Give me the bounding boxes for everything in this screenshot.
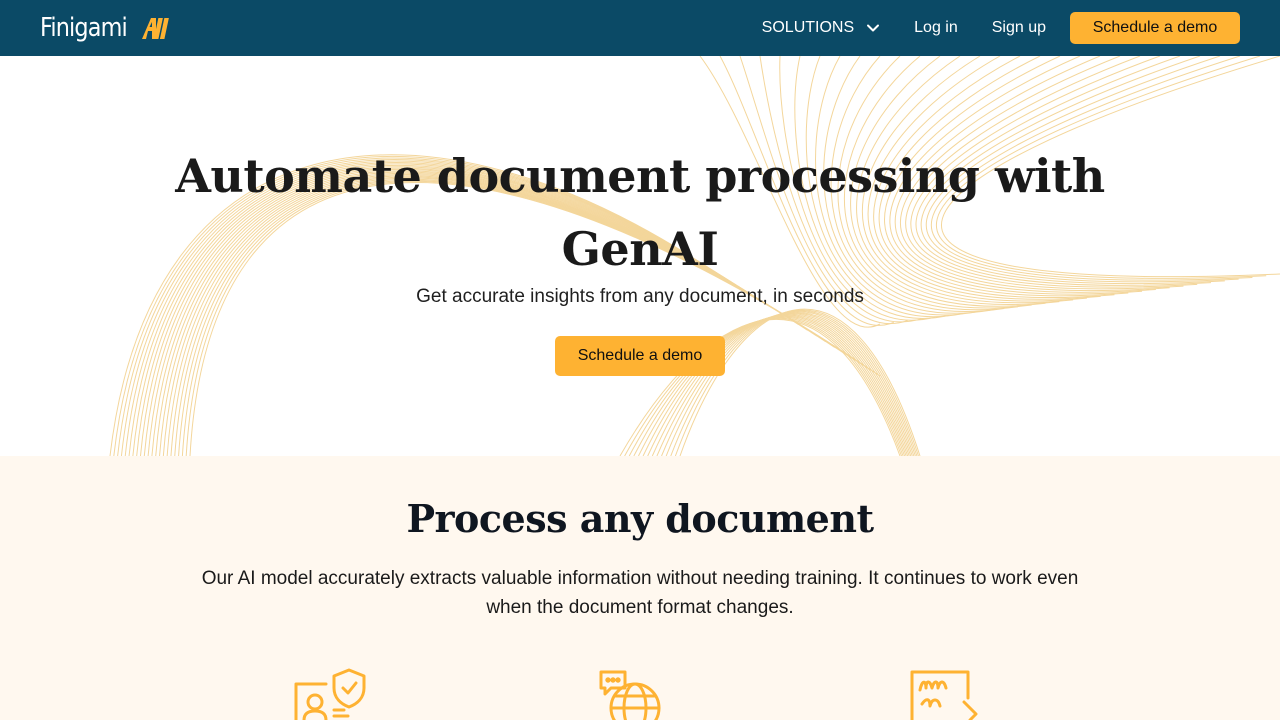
top-navbar: Finigami SOLUTIONS Log in Sign up Schedu…	[0, 0, 1280, 56]
hero-subtitle: Get accurate insights from any document,…	[416, 286, 864, 307]
solutions-dropdown[interactable]: SOLUTIONS	[762, 19, 880, 37]
schedule-demo-nav-button[interactable]: Schedule a demo	[1070, 12, 1240, 44]
hero-title: Automate document processing with GenAI	[0, 140, 1280, 286]
section-title: Process any document	[406, 496, 874, 541]
section-description: Our AI model accurately extracts valuabl…	[201, 568, 1079, 618]
signup-link[interactable]: Sign up	[992, 19, 1046, 37]
finigami-logo[interactable]: Finigami	[40, 11, 172, 45]
id-shield-icon	[292, 668, 368, 720]
hero-title-line-2: GenAI	[561, 222, 719, 276]
nav-menu: SOLUTIONS Log in Sign up Schedule a demo	[762, 0, 1240, 56]
wave-line	[674, 309, 919, 456]
wave-line	[670, 310, 918, 456]
signature-document-icon	[908, 668, 980, 720]
logo-wordmark: Finigami	[40, 13, 128, 43]
hero-section: Automate document processing with GenAI …	[0, 56, 1280, 456]
hero-title-line-1: Automate document processing with	[175, 149, 1105, 203]
logo-ai-mark-icon	[142, 18, 169, 39]
chevron-down-icon	[866, 23, 880, 33]
chat-globe-icon	[597, 668, 667, 720]
solutions-label: SOLUTIONS	[761, 19, 855, 36]
wave-line	[679, 308, 921, 456]
process-document-section: Process any document Our AI model accura…	[0, 456, 1280, 720]
schedule-demo-hero-button[interactable]: Schedule a demo	[555, 336, 725, 376]
login-link[interactable]: Log in	[914, 19, 958, 37]
